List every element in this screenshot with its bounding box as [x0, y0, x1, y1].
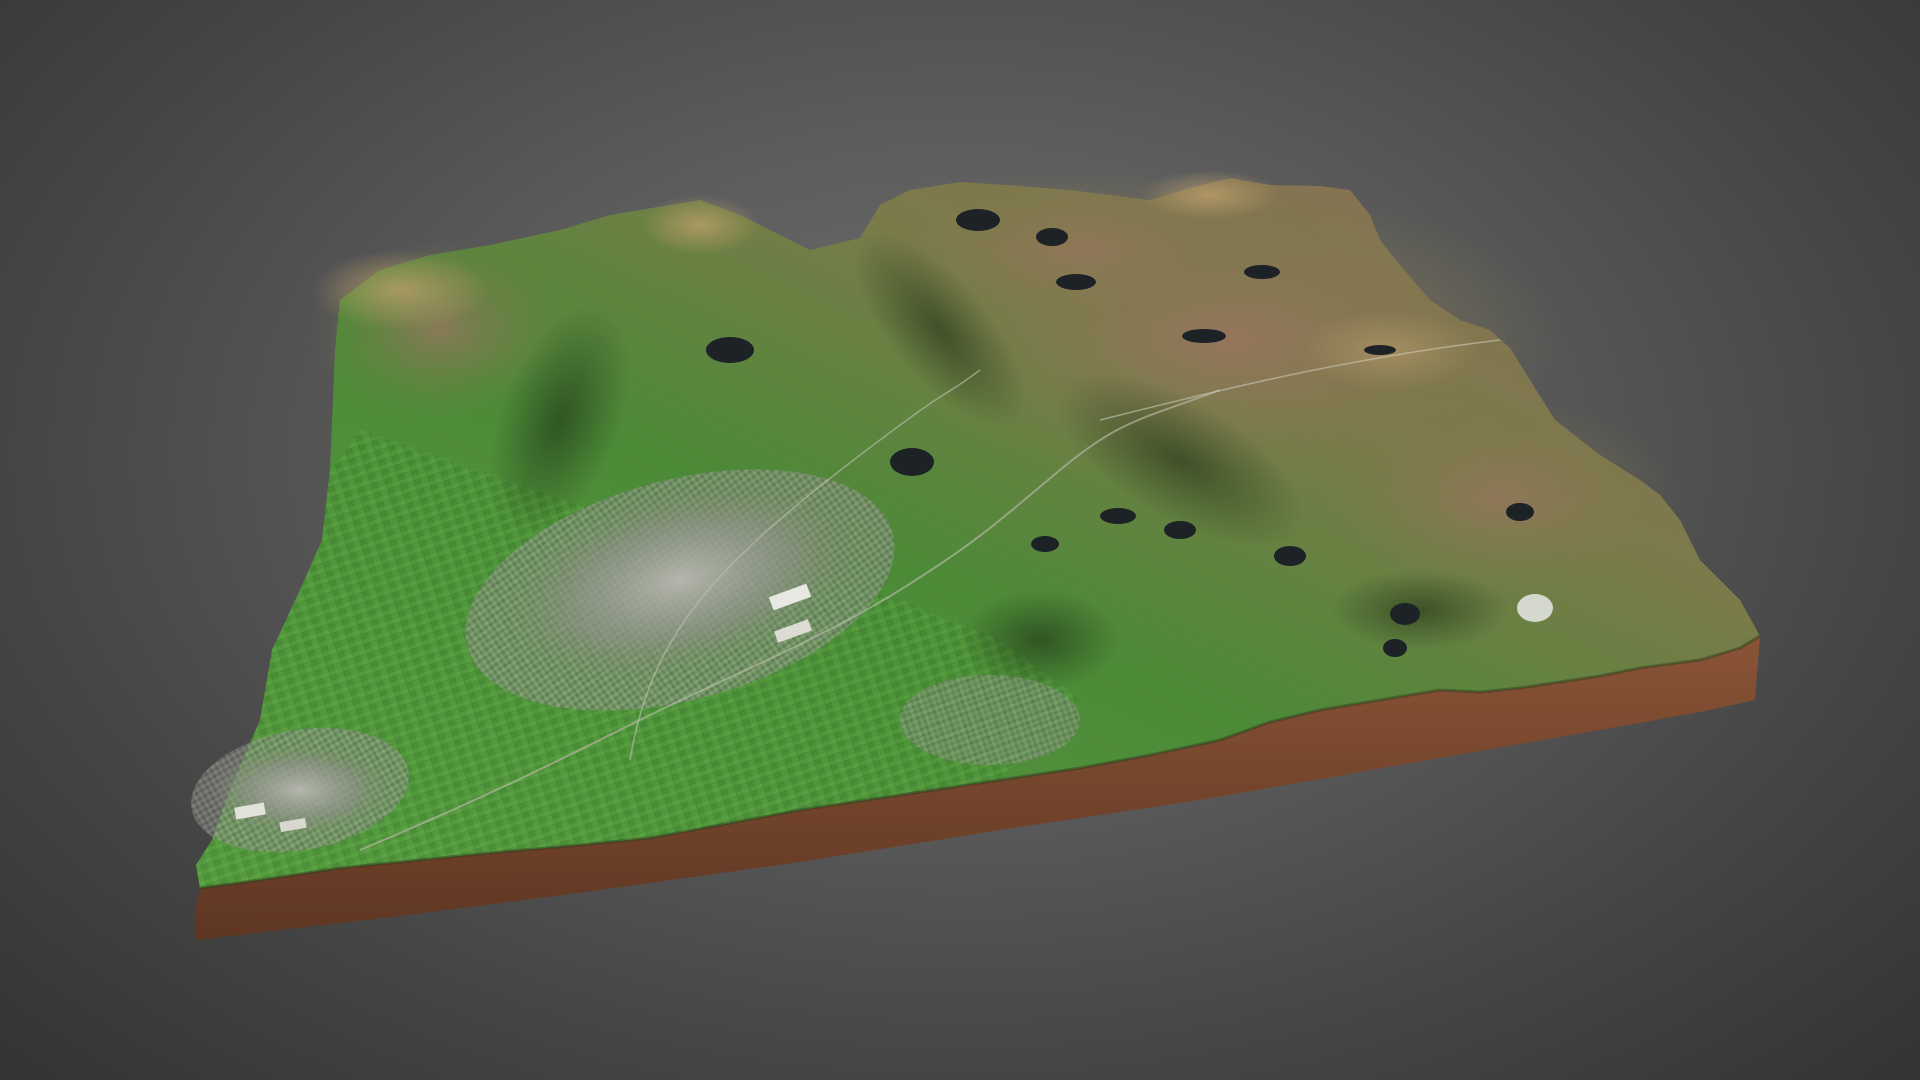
lake-2: [890, 448, 934, 476]
lake-6: [1244, 265, 1280, 279]
town-east: [900, 675, 1080, 765]
lake-3: [956, 209, 1000, 231]
cloud-patch: [1517, 594, 1553, 622]
terrain-model-scene[interactable]: [0, 0, 1920, 1080]
lake-8: [1100, 508, 1136, 524]
moorland-southeast: [1320, 400, 1680, 600]
ridge-highlight-3: [1140, 170, 1280, 220]
lake-1: [706, 337, 754, 363]
valley-shadow-5: [1330, 570, 1510, 650]
lake-7: [1182, 329, 1226, 343]
ridge-highlight-2: [640, 195, 760, 255]
viewer-background[interactable]: [0, 0, 1920, 1080]
lake-5: [1056, 274, 1096, 290]
lake-13: [1383, 639, 1407, 657]
lake-4: [1036, 228, 1068, 246]
lake-15: [1364, 345, 1396, 355]
lake-14: [1506, 503, 1534, 521]
valley-shadow-4: [960, 590, 1120, 690]
lake-12: [1390, 603, 1420, 625]
lake-11: [1274, 546, 1306, 566]
lake-10: [1031, 536, 1059, 552]
ridge-highlight-1: [310, 250, 490, 330]
lake-9: [1164, 521, 1196, 539]
